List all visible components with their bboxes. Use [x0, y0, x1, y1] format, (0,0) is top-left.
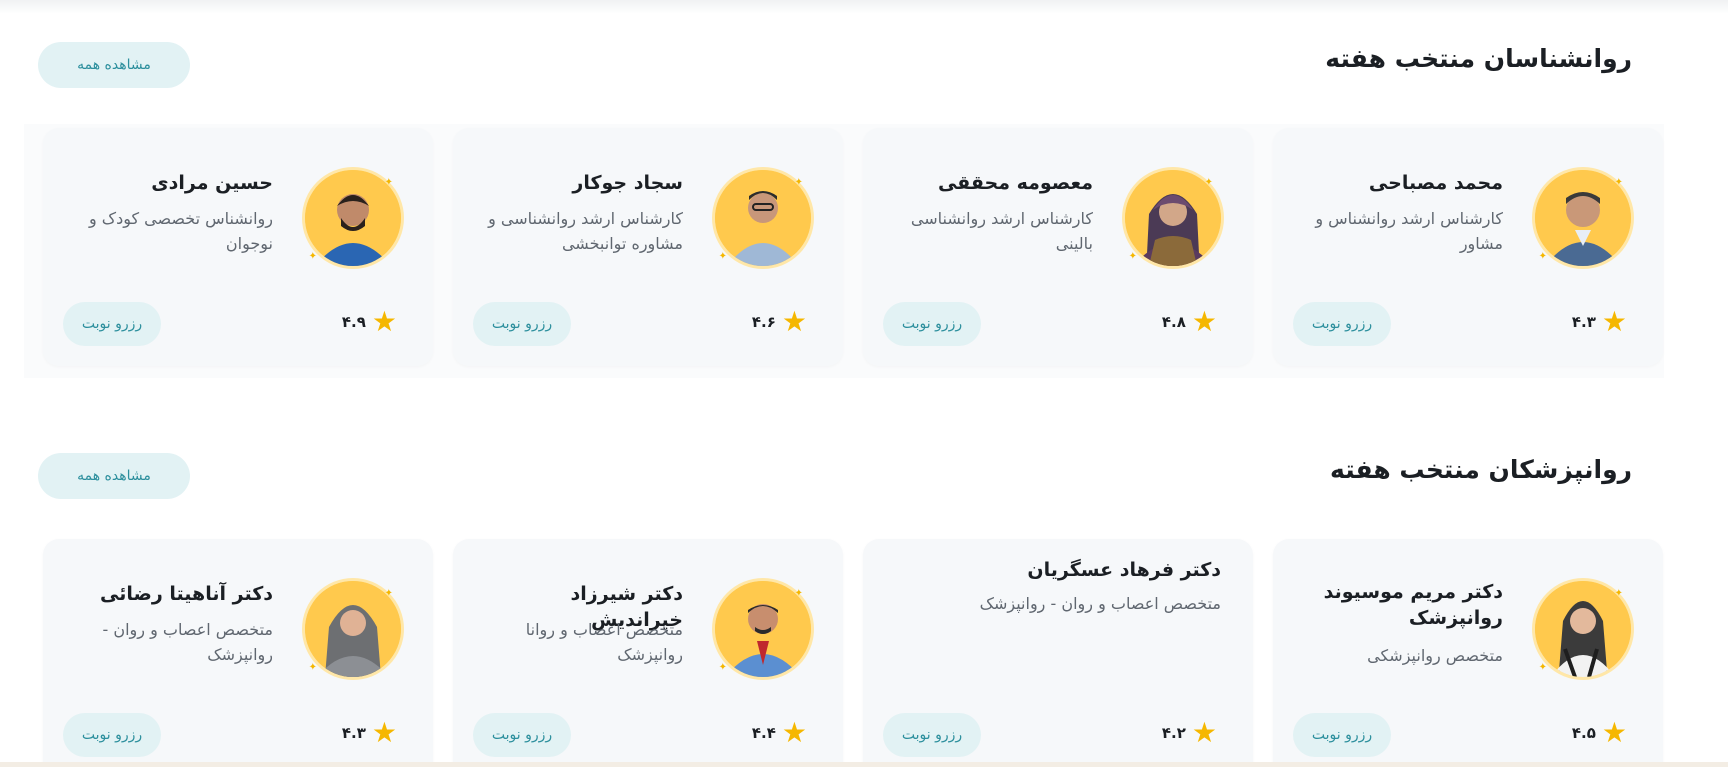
- sparkle-icon: ✦: [1614, 588, 1623, 599]
- sparkle-icon: ✦: [384, 588, 393, 599]
- doctor-description: متخصص روانپزشکی: [1367, 646, 1503, 665]
- book-appointment-button[interactable]: رزرو نوبت: [1293, 713, 1391, 757]
- book-appointment-button[interactable]: رزرو نوبت: [473, 713, 571, 757]
- rating-value: ۴.۴: [751, 724, 776, 742]
- star-icon: ★: [781, 716, 807, 749]
- star-icon: ★: [1601, 716, 1627, 749]
- rating-value: ۴.۲: [1161, 724, 1186, 742]
- star-icon: ★: [1191, 716, 1217, 749]
- section-title: روانپزشکان منتخب هفته: [1330, 455, 1632, 484]
- rating: ★ ۴.۲: [1162, 719, 1217, 747]
- doctor-description: متخصص اعصاب و روان - روانپزشک: [979, 594, 1221, 613]
- sparkle-icon: ✦: [794, 588, 803, 599]
- star-icon: ★: [371, 716, 397, 749]
- footer-edge: [0, 762, 1728, 767]
- psychiatrist-card[interactable]: ✦ ✦ دکتر مریم موسیوند روانپزشک متخصص روا…: [1273, 539, 1663, 767]
- doctor-name: دکتر فرهاد عسگریان: [1027, 559, 1221, 581]
- psychiatrist-card[interactable]: ✦ ✦ دکتر آناهیتا رضائی متخصص اعصاب و روا…: [43, 539, 433, 767]
- doctor-name: دکتر مریم موسیوند روانپزشک: [1323, 581, 1503, 629]
- rating: ★ ۴.۳: [342, 719, 397, 747]
- rating: ★ ۴.۵: [1572, 719, 1627, 747]
- psychiatrist-card[interactable]: دکتر فرهاد عسگریان متخصص اعصاب و روان - …: [863, 539, 1253, 767]
- sparkle-icon: ✦: [718, 662, 727, 673]
- psychiatrist-card[interactable]: ✦ ✦ دکتر شیرزاد خیراندیش متخصص اعصاب و ر…: [453, 539, 843, 767]
- doctor-description: متخصص اعصاب و روانا روانپزشک: [525, 620, 683, 664]
- rating-value: ۴.۳: [341, 724, 366, 742]
- view-all-button[interactable]: مشاهده همه: [38, 453, 190, 499]
- sparkle-icon: ✦: [1538, 662, 1547, 673]
- psychiatrists-section: روانپزشکان منتخب هفته مشاهده همه ✦ ✦ دکت…: [0, 0, 1728, 767]
- doctor-description: متخصص اعصاب و روان - روانپزشک: [102, 620, 274, 664]
- doctor-name: دکتر آناهیتا رضائی: [100, 583, 273, 605]
- rating: ★ ۴.۴: [752, 719, 807, 747]
- sparkle-icon: ✦: [308, 662, 317, 673]
- book-appointment-button[interactable]: رزرو نوبت: [883, 713, 981, 757]
- book-appointment-button[interactable]: رزرو نوبت: [63, 713, 161, 757]
- rating-value: ۴.۵: [1571, 724, 1596, 742]
